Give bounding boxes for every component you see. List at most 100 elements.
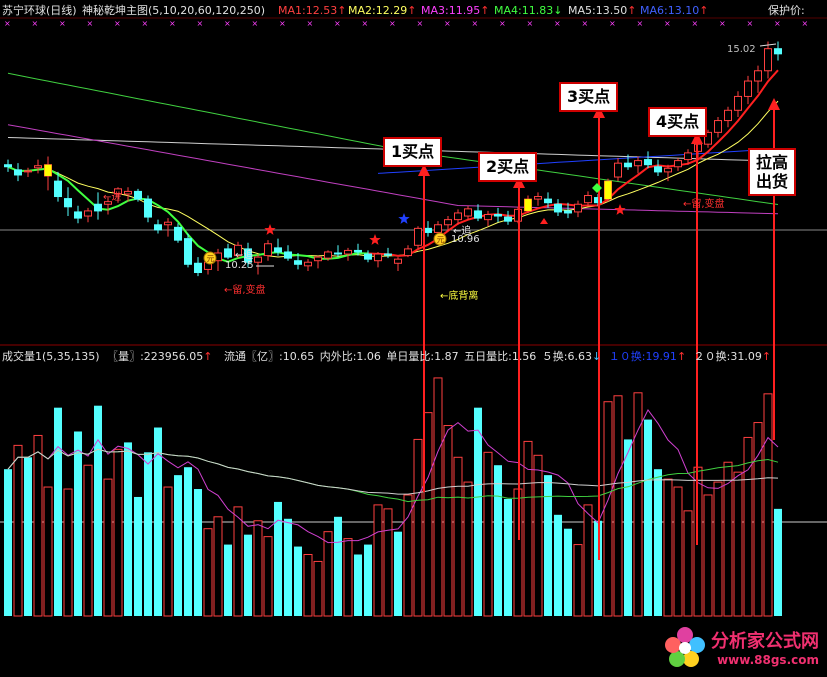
x-mark: × bbox=[252, 19, 259, 28]
volume-bar bbox=[373, 504, 383, 617]
candle-body bbox=[764, 48, 772, 72]
volume-bar bbox=[113, 448, 123, 617]
x-mark: × bbox=[637, 19, 644, 28]
candle-body bbox=[564, 210, 572, 214]
ma-legend-item: MA1:12.53↑ bbox=[278, 4, 347, 17]
candle-body bbox=[4, 164, 12, 168]
x-mark: × bbox=[114, 19, 121, 28]
watermark-brand: 分析家公式网 bbox=[711, 631, 819, 652]
candle-body bbox=[344, 249, 352, 255]
x-mark: × bbox=[499, 19, 506, 28]
candle-body bbox=[364, 253, 372, 260]
candle-body bbox=[634, 160, 642, 167]
volume-bar bbox=[303, 553, 313, 617]
x-mark: × bbox=[417, 19, 424, 28]
x-mark: × bbox=[142, 19, 149, 28]
candle-body bbox=[504, 216, 512, 222]
buy-point-1-box: 1买点 bbox=[383, 137, 443, 167]
buy-point-4-box: 4买点 bbox=[648, 107, 708, 137]
chase-label-2: ←追 bbox=[453, 226, 472, 237]
volume-bar bbox=[713, 481, 723, 617]
volume-bar bbox=[354, 554, 362, 616]
candle-body bbox=[394, 258, 402, 264]
volume-bar bbox=[4, 469, 12, 616]
candle-body bbox=[164, 221, 172, 226]
candle-body bbox=[264, 243, 272, 257]
x-mark: × bbox=[774, 19, 781, 28]
yuan-coin-label: 元 bbox=[437, 236, 445, 245]
x-mark: × bbox=[747, 19, 754, 28]
ma-legend-item: MA5:13.50↑ bbox=[568, 4, 637, 17]
candle-body bbox=[584, 195, 592, 204]
candle-body bbox=[154, 224, 162, 231]
volume-bar bbox=[343, 538, 353, 617]
volume-indicator-name: 成交量1(5,35,135) bbox=[2, 350, 100, 363]
x-mark: × bbox=[334, 19, 341, 28]
volume-bar bbox=[573, 544, 583, 617]
volume-bar bbox=[203, 528, 213, 617]
volume-bar bbox=[423, 412, 433, 617]
candle-body bbox=[424, 227, 432, 233]
candle-body bbox=[134, 190, 142, 200]
volume-bar bbox=[163, 486, 173, 617]
x-mark: × bbox=[692, 19, 699, 28]
volume-bar bbox=[663, 478, 673, 617]
volume-bar bbox=[683, 510, 693, 617]
turnover-5-arrow: ↓ bbox=[592, 350, 602, 363]
candle-body bbox=[544, 198, 552, 204]
x-mark: × bbox=[802, 19, 809, 28]
ma-legend-arrow: ↑ bbox=[480, 4, 490, 17]
volume-bar bbox=[624, 439, 632, 616]
candle-body bbox=[474, 210, 482, 219]
candle-body bbox=[734, 95, 742, 111]
ma-legend-arrow: ↓ bbox=[553, 4, 563, 17]
highlight-candle bbox=[524, 199, 532, 211]
volume-bar bbox=[313, 560, 323, 617]
x-mark: × bbox=[554, 19, 561, 28]
volume-bar bbox=[63, 488, 73, 617]
candle-body bbox=[654, 166, 662, 173]
candle-body bbox=[434, 224, 442, 233]
volume-bar bbox=[24, 457, 32, 616]
volume-bar bbox=[74, 431, 82, 616]
candle-body bbox=[464, 208, 472, 217]
x-mark: × bbox=[197, 19, 204, 28]
volume-bar bbox=[583, 504, 593, 617]
volume-header: 成交量1(5,35,135) 〖量〗:223956.05↑ 流通〖亿〗:10.6… bbox=[2, 350, 771, 364]
watermark-url: www.88gs.com bbox=[717, 653, 819, 667]
volume-bar bbox=[263, 536, 273, 617]
candle-body bbox=[534, 196, 542, 200]
x-mark: × bbox=[389, 19, 396, 28]
chase-label-1: ←追 bbox=[235, 250, 254, 261]
x-mark: × bbox=[527, 19, 534, 28]
change-label-1: ←留,变盘 bbox=[224, 285, 266, 296]
kline-chart-window: × × × × × × × × × × × × × × × × × × × × × × × × × × × × × × 元元 苏宁环球(日… bbox=[0, 0, 827, 673]
volume-bar bbox=[504, 498, 512, 616]
x-mark: × bbox=[87, 19, 94, 28]
x-mark: × bbox=[169, 19, 176, 28]
candle-body bbox=[184, 238, 192, 265]
volume-bar bbox=[564, 528, 572, 616]
x-mark: × bbox=[279, 19, 286, 28]
volume-bar bbox=[124, 442, 132, 616]
candle-body bbox=[304, 261, 312, 267]
volume-bar bbox=[463, 481, 473, 617]
volume-bar bbox=[613, 395, 623, 617]
volume-bar bbox=[763, 393, 773, 617]
candle-body bbox=[404, 248, 412, 257]
ma-legend-item: MA3:11.95↑ bbox=[421, 4, 490, 17]
x-mark: × bbox=[4, 19, 11, 28]
volume-bar bbox=[394, 531, 402, 616]
volume-bar bbox=[54, 407, 62, 616]
ma-legend-item: MA4:11.83↓ bbox=[494, 4, 563, 17]
flower-logo-icon bbox=[665, 627, 705, 667]
volume-bar bbox=[364, 544, 372, 616]
candle-body bbox=[744, 80, 752, 97]
volume-bar bbox=[213, 516, 223, 617]
volume-bar bbox=[144, 452, 152, 616]
x-mark: × bbox=[472, 19, 479, 28]
x-mark: × bbox=[59, 19, 66, 28]
chart-canvas: × × × × × × × × × × × × × × × × × × × × × × × × × × × × × × 元元 bbox=[0, 0, 827, 673]
volume-bar bbox=[294, 546, 302, 616]
buy-point-3-box: 3买点 bbox=[559, 82, 619, 112]
